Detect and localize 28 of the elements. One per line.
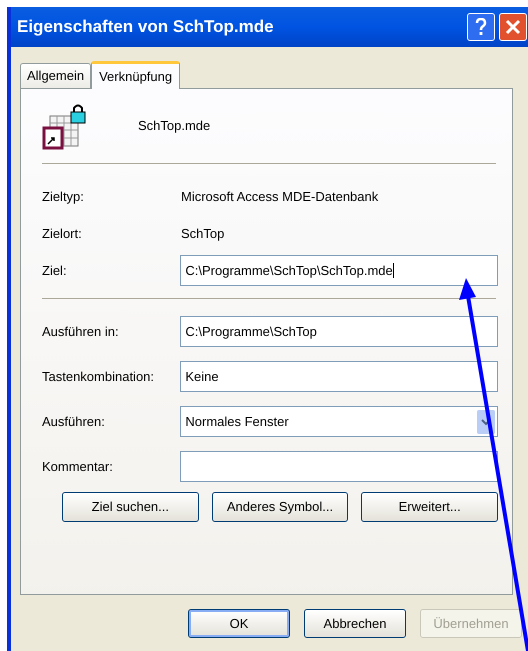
field-label: Kommentar: — [42, 458, 114, 476]
input-field[interactable]: C:\Programme\SchTop — [180, 316, 498, 347]
input-field[interactable] — [180, 451, 498, 482]
property-value: Microsoft Access MDE-Datenbank — [181, 188, 378, 206]
input-field[interactable]: Keine — [180, 361, 498, 392]
target-label: Ziel: — [42, 262, 68, 280]
property-value: SchTop — [181, 224, 224, 243]
run-mode-dropdown[interactable]: Normales Fenster — [180, 406, 498, 437]
tab[interactable]: Verknüpfung — [91, 61, 180, 89]
help-button[interactable] — [467, 13, 495, 41]
action-button[interactable]: Ziel suchen... — [62, 492, 199, 522]
window-title: Eigenschaften von SchTop.mde — [17, 16, 274, 38]
field-label: Tastenkombination: — [42, 368, 156, 386]
file-name: SchTop.mde — [138, 117, 210, 136]
dialog-button[interactable]: Abbrechen — [304, 609, 406, 638]
dialog-button[interactable]: OK — [188, 609, 290, 638]
field-label: Ausführen in: — [42, 322, 120, 341]
field-label: Ausführen: — [42, 412, 106, 431]
action-button[interactable]: Erweitert... — [361, 492, 498, 522]
database-shortcut-icon — [42, 102, 86, 150]
close-button[interactable] — [499, 13, 527, 41]
tab[interactable]: Allgemein — [20, 63, 92, 88]
question-mark-icon — [475, 18, 487, 36]
action-button[interactable]: Anderes Symbol... — [212, 492, 348, 522]
target-field[interactable]: C:\Programme\SchTop\SchTop.mde — [180, 255, 498, 286]
property-label: Zielort: — [42, 224, 83, 243]
property-label: Zieltyp: — [42, 188, 85, 206]
close-icon — [505, 19, 521, 35]
